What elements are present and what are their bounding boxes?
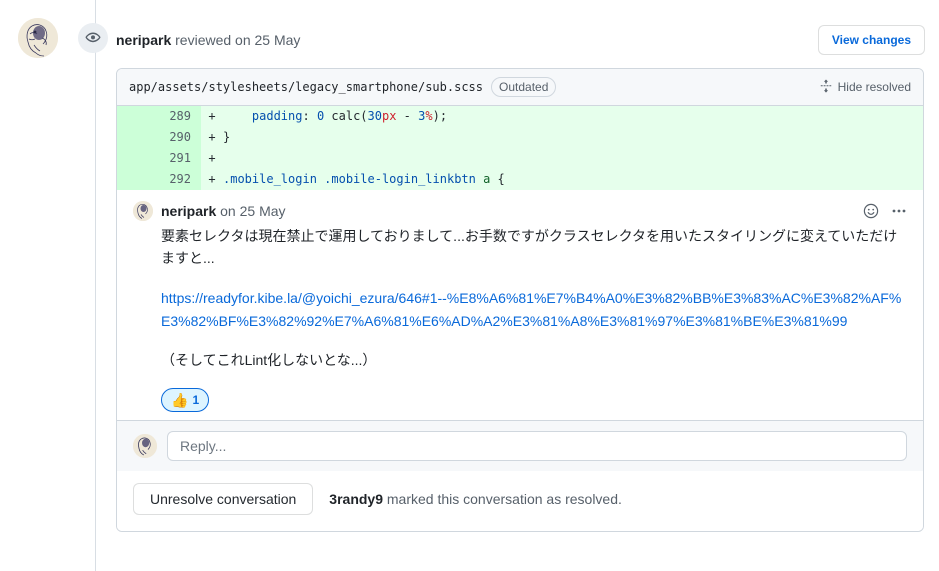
thumbsup-icon: 👍 [171,391,189,408]
diff-line-number: 290 [117,127,201,148]
comment-meta: neripark on 25 May [161,203,286,219]
file-header: app/assets/stylesheets/legacy_smartphone… [117,69,923,106]
comment-actions [863,203,907,219]
diff-marker: + [208,130,216,144]
code-token: { [490,172,505,186]
review-header: neripark reviewed on 25 May View changes [116,22,925,58]
comment-note: （そしてこれLint化しないとな...） [161,352,377,369]
diff-code: } [223,127,923,148]
diff-code [223,148,923,169]
timeline-rail [95,0,96,571]
comment-author[interactable]: neripark [161,203,216,219]
code-token: padding [251,109,303,123]
reply-input[interactable] [167,430,907,461]
hide-resolved-label: Hide resolved [837,80,911,94]
diff-row: 291 + [117,148,923,169]
diff-block: 289 + padding: 0 calc(30px - 3%); 290 +} 291… [117,106,923,190]
code-token: ); [432,109,448,123]
review-header-text: neripark reviewed on 25 May [116,32,300,48]
avatar[interactable] [18,18,58,58]
comment-timestamp: on 25 May [216,203,286,219]
pull-request-review-thread: neripark reviewed on 25 May View changes… [0,0,939,571]
code-token: calc( [324,109,368,123]
unresolve-conversation-button[interactable]: Unresolve conversation [133,482,314,515]
code-token: 30 [367,109,382,123]
comment-paragraph: 要素セレクタは現在禁止で運用しておりまして...お手数ですがクラスセレクタを用い… [161,228,898,266]
review-author[interactable]: neripark [116,32,171,48]
diff-line-number: 289 [117,106,201,127]
resolve-row: Unresolve conversation 3randy9 marked th… [117,470,923,531]
resolve-status-text: 3randy9 marked this conversation as reso… [329,491,622,507]
comment: neripark on 25 May 要素セレクタは現在禁止で運用しておりまして… [117,190,923,420]
reply-avatar [133,433,157,458]
fold-icon [819,78,833,96]
diff-line-number: 291 [117,148,201,169]
diff-line-number: 292 [117,169,201,190]
eye-icon [78,23,108,53]
diff-row: 290 +} [117,127,923,148]
file-path[interactable]: app/assets/stylesheets/legacy_smartphone… [129,80,483,94]
diff-marker: + [208,109,216,123]
code-token: % [425,109,433,123]
diff-marker: + [208,151,216,165]
outdated-badge: Outdated [491,77,557,97]
resolve-actor[interactable]: 3randy9 [329,491,383,507]
kebab-menu-icon[interactable] [891,203,907,219]
diff-marker: + [208,172,216,186]
code-token: } [223,130,231,144]
comment-body: 要素セレクタは現在禁止で運用しておりまして...お手数ですがクラスセレクタを用い… [133,222,907,412]
diff-row: 289 + padding: 0 calc(30px - 3%); [117,106,923,127]
reaction-count: 1 [192,392,200,407]
diff-code: .mobile_login .mobile-login_linkbtn a { [223,169,923,190]
review-thread-card: app/assets/stylesheets/legacy_smartphone… [116,68,924,532]
reaction-thumbsup-button[interactable]: 👍 1 [161,387,210,412]
code-token: : [302,109,317,123]
hide-resolved-button[interactable]: Hide resolved [819,78,911,96]
reply-row [117,419,923,471]
code-token: px [381,109,397,123]
smiley-icon[interactable] [863,203,879,219]
comment-avatar[interactable] [133,201,153,221]
comment-link[interactable]: https://readyfor.kibe.la/@yoichi_ezura/6… [161,287,907,332]
code-token: - [396,109,419,123]
diff-row: 292 + .mobile_login .mobile-login_linkbtn … [117,169,923,190]
diff-code: padding: 0 calc(30px - 3%); [223,106,923,127]
review-action-text: reviewed on 25 May [171,32,301,48]
code-token: .mobile_login .mobile-login_linkbtn [223,172,484,186]
resolve-message: marked this conversation as resolved. [383,490,622,507]
view-changes-button[interactable]: View changes [817,25,925,55]
comment-header: neripark on 25 May [133,200,907,222]
